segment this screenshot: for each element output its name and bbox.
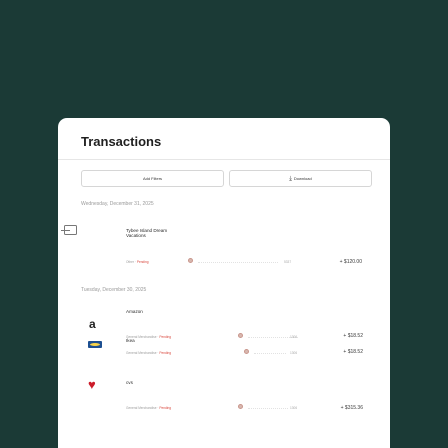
- card-title: Transactions: [81, 134, 162, 149]
- transaction-amount: + $18.52: [343, 349, 363, 355]
- transaction-amount: + $18.52: [343, 333, 363, 339]
- account-number: 5337: [284, 260, 292, 264]
- account-number: 1306: [290, 351, 298, 355]
- download-icon: ⤓: [289, 175, 292, 182]
- transaction-name-line2: Vacations: [126, 233, 146, 239]
- ikea-logo-icon: [88, 341, 102, 348]
- date-header: Tuesday, December 30, 2025: [81, 287, 147, 293]
- add-filters-button[interactable]: Add Filters: [81, 170, 224, 187]
- leader-dots: [198, 262, 278, 263]
- add-filters-label: Add Filters: [142, 176, 163, 181]
- cvs-logo-icon: ♥: [88, 377, 96, 392]
- status-icon: [238, 404, 243, 409]
- status-icon: [238, 333, 243, 338]
- transaction-amount: + $120.00: [339, 259, 362, 265]
- status-icon: [188, 258, 193, 263]
- transaction-meta: General Merchandise · Pending: [126, 351, 171, 355]
- date-header: Wednesday, December 31, 2025: [81, 201, 154, 207]
- transactions-card: Transactions Add Filters ⤓ Download Wedn…: [58, 118, 390, 448]
- transaction-category: General Merchandise: [126, 406, 157, 410]
- transaction-name: Tybee Island Dream Vacations: [126, 228, 167, 239]
- transaction-name: Amazon: [126, 309, 143, 314]
- leader-dots: [248, 408, 288, 409]
- download-label: Download: [293, 176, 312, 181]
- transaction-meta: Other · Pending: [126, 260, 149, 264]
- transaction-status: Pending: [159, 335, 172, 339]
- transaction-amount: + $315.36: [340, 405, 363, 411]
- transaction-category: General Merchandise: [126, 351, 157, 355]
- transaction-name: Ikea: [126, 338, 135, 343]
- transaction-status: Pending: [159, 351, 172, 355]
- account-number: 1306: [290, 335, 298, 339]
- account-number: 1306: [290, 406, 298, 410]
- transaction-category: Other: [126, 260, 134, 264]
- download-button[interactable]: ⤓ Download: [229, 170, 372, 187]
- title-divider: [58, 159, 390, 160]
- leader-dots: [254, 353, 286, 354]
- status-icon: [244, 349, 249, 354]
- calendar-icon-line: [61, 230, 70, 231]
- transaction-meta: General Merchandise · Pending: [126, 406, 171, 410]
- transaction-name: cvs: [126, 380, 133, 385]
- amazon-logo-icon: a: [89, 317, 96, 331]
- transaction-status: Pending: [159, 406, 172, 410]
- transaction-status: Pending: [136, 260, 149, 264]
